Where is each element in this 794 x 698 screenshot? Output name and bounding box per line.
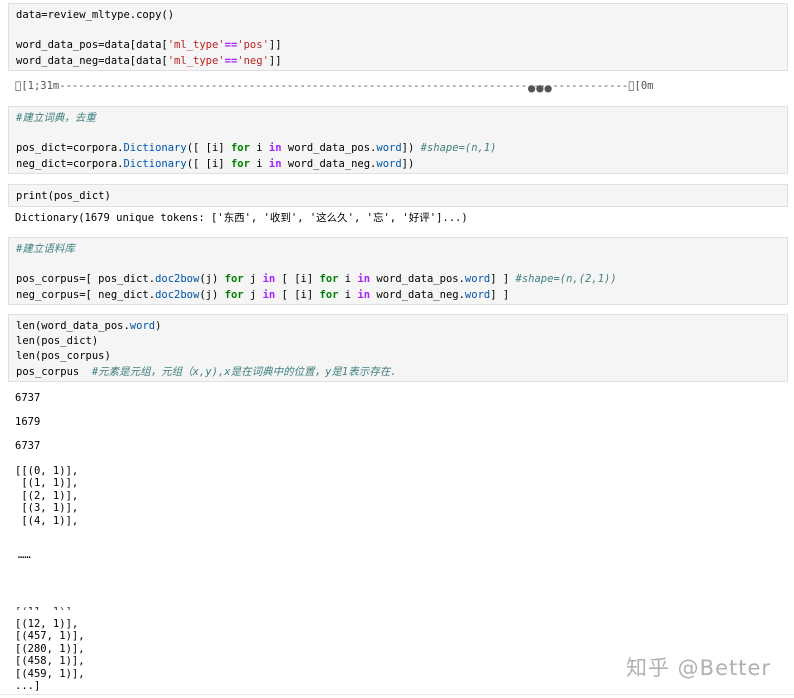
code-line: print(pos_dict) <box>16 190 111 202</box>
code-line: len(pos_dict) <box>16 335 99 348</box>
code-cell-build-dictionary[interactable]: #建立词典，去重 pos_dict=corpora.Dictionary([ [… <box>8 106 788 174</box>
zhihu-watermark: 知乎 @Better <box>626 656 772 680</box>
code-line: neg_dict=corpora.Dictionary([ [i] for i … <box>16 157 415 170</box>
more-options-icon[interactable]: ●●● <box>528 81 553 95</box>
code-line: pos_corpus #元素是元组，元组（x,y),x是在词典中的位置，y是1表… <box>16 365 397 378</box>
code-cell-build-corpus[interactable]: #建立语料库 pos_corpus=[ pos_dict.doc2bow(j) … <box>8 237 788 305</box>
divider <box>0 694 794 695</box>
print-output: Dictionary(1679 unique tokens: ['东西', '收… <box>15 212 468 224</box>
code-cell-lengths[interactable]: len(word_data_pos.word) len(pos_dict) le… <box>8 314 788 382</box>
code-line: pos_dict=corpora.Dictionary([ [i] for i … <box>16 142 497 155</box>
code-cell-print-dict[interactable]: print(pos_dict) <box>8 184 788 207</box>
output-len-dict: 1679 <box>15 416 41 428</box>
code-cell-copy-data[interactable]: data=review_mltype.copy() word_data_pos=… <box>8 3 788 71</box>
code-line: pos_corpus=[ pos_dict.doc2bow(j) for j i… <box>16 273 617 286</box>
output-len-word: 6737 <box>15 392 41 404</box>
code-line: word_data_neg=data[data['ml_type'=='neg'… <box>16 54 282 67</box>
code-line: word_data_pos=data[data['ml_type'=='pos'… <box>16 39 282 52</box>
output-len-corpus: 6737 <box>15 440 41 452</box>
ellipsis: …… <box>18 549 31 561</box>
clipped-line: [(11, 1)], <box>15 605 78 610</box>
corpus-output-head: [[(0, 1)], [(1, 1)], [(2, 1)], [(3, 1)],… <box>15 465 79 527</box>
corpus-output-tail: [(12, 1)], [(457, 1)], [(280, 1)], [(458… <box>15 618 85 693</box>
code-line: data=review_mltype.copy() <box>16 9 175 21</box>
ansi-output:  [1;31m---------------------------------… <box>15 80 654 92</box>
code-line: len(word_data_pos.word) <box>16 320 162 332</box>
code-line: neg_corpus=[ neg_dict.doc2bow(j) for j i… <box>16 288 510 301</box>
code-line: len(pos_corpus) <box>16 350 111 363</box>
code-comment: #建立词典，去重 <box>16 112 96 124</box>
code-comment: #建立语料库 <box>16 243 75 255</box>
